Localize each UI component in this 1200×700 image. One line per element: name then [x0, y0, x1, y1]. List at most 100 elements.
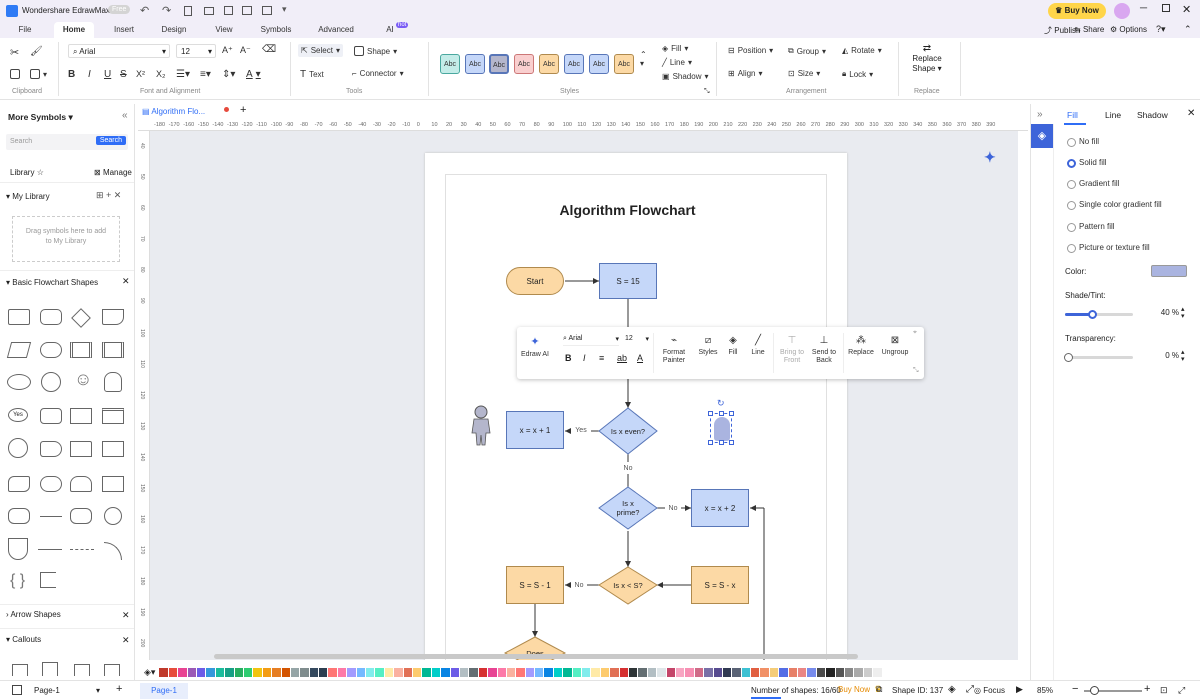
palette-color-swatch[interactable] [506, 667, 516, 677]
close-icon[interactable]: ✕ [1187, 108, 1195, 119]
arrow-connector-shape[interactable] [38, 549, 62, 550]
palette-color-swatch[interactable] [497, 667, 506, 677]
position-button[interactable]: ⊟ Position ▾ [728, 46, 773, 55]
handle[interactable] [708, 440, 713, 445]
zoom-slider[interactable] [1084, 686, 1142, 695]
palette-color-swatch[interactable] [384, 667, 394, 677]
fill-bucket-icon[interactable]: ◈▾ [144, 667, 155, 678]
line-button[interactable]: ╱ Line ▾ [662, 58, 692, 67]
palette-color-swatch[interactable] [290, 667, 300, 677]
palette-color-swatch[interactable] [816, 667, 826, 677]
add-tab-icon[interactable]: + [240, 104, 246, 116]
format-brush-icon[interactable]: 🖌 [30, 46, 43, 57]
palette-color-swatch[interactable] [704, 667, 713, 677]
transparency-input[interactable]: 0 % [1149, 351, 1179, 363]
tab-home[interactable]: Home [54, 22, 94, 38]
s15-process[interactable]: S = 15 [599, 263, 657, 299]
palette-color-swatch[interactable] [309, 667, 319, 677]
edraw-ai-floating-icon[interactable]: ✦ [984, 149, 996, 166]
tab-insert[interactable]: Insert [106, 22, 142, 38]
play-icon[interactable]: ▶ [1016, 684, 1023, 695]
export-icon[interactable] [262, 6, 272, 15]
tab-shadow[interactable]: Shadow [1137, 110, 1168, 120]
rounded-rect-shape[interactable] [70, 508, 92, 524]
callout-shape-2[interactable] [42, 662, 58, 676]
tab-line[interactable]: Line [1105, 110, 1121, 120]
tab-fill[interactable]: Fill [1067, 110, 1078, 120]
palette-color-swatch[interactable] [563, 667, 572, 677]
dashed-arrow-shape[interactable] [70, 549, 94, 550]
hexagon-shape[interactable] [8, 508, 30, 524]
callout-shape-4[interactable] [104, 664, 120, 676]
floatbar-font-select[interactable]: ⌕ Arial ▾ [563, 335, 619, 346]
palette-color-swatch[interactable] [619, 667, 628, 677]
underline-button[interactable]: U [104, 69, 111, 80]
close-icon[interactable]: ✕ [122, 610, 130, 621]
palette-color-swatch[interactable] [553, 667, 563, 677]
data-shape[interactable] [6, 342, 32, 358]
save-icon[interactable] [224, 6, 233, 15]
palette-color-swatch[interactable] [253, 667, 262, 677]
floatbar-italic-button[interactable]: I [583, 353, 586, 363]
cut-icon[interactable]: ✂ [10, 46, 19, 59]
buy-now-button[interactable]: ♛ Buy Now [1048, 3, 1106, 19]
ungroup-button[interactable]: ⊠ Ungroup [877, 335, 913, 356]
styles-more-icon[interactable]: ⌃ ▾ [640, 50, 647, 68]
offpage-shape[interactable] [8, 538, 28, 560]
send-to-back-button[interactable]: ⊥ Send to Back [809, 335, 839, 365]
status-buy-now[interactable]: Buy Now [838, 685, 870, 694]
style-swatch-8[interactable]: Abc [614, 54, 634, 74]
no-fill-radio[interactable]: No fill [1066, 137, 1099, 147]
print-icon[interactable] [242, 6, 252, 15]
tab-view[interactable]: View [206, 22, 242, 38]
palette-color-swatch[interactable] [413, 667, 422, 677]
palette-color-swatch[interactable] [694, 667, 704, 677]
manual-operation-shape[interactable] [102, 441, 124, 457]
format-painter-button[interactable]: ⌁ Format Painter [657, 335, 691, 365]
close-icon[interactable]: ✕ [122, 635, 130, 646]
palette-color-swatch[interactable] [366, 667, 375, 677]
bring-to-front-button[interactable]: ⊤ Bring to Front [775, 335, 809, 365]
style-swatch-3[interactable]: Abc [489, 54, 509, 74]
callout-shape-1[interactable] [12, 664, 28, 676]
palette-color-swatch[interactable] [234, 667, 243, 677]
zoom-slider-thumb[interactable] [1090, 686, 1099, 695]
palette-color-swatch[interactable] [591, 667, 600, 677]
yes-label-shape[interactable]: Yes [8, 408, 28, 422]
style-swatch-7[interactable]: Abc [589, 54, 609, 74]
styles-dialog-icon[interactable]: ⤡ [704, 88, 710, 96]
fill-color-picker[interactable] [1151, 265, 1187, 277]
connector-circle-shape[interactable] [8, 438, 28, 458]
rounded-process-shape[interactable] [40, 309, 62, 325]
help-icon[interactable]: ?▾ [1156, 24, 1166, 35]
edraw-ai-button[interactable]: ✦ Edraw AI [519, 335, 551, 358]
font-family-select[interactable]: ⌕ Arial ▾ [68, 44, 170, 58]
fill-button[interactable]: ◈ Fill ▾ [662, 44, 688, 53]
style-swatch-5[interactable]: Abc [539, 54, 559, 74]
predefined-process-shape[interactable] [70, 342, 92, 358]
shade-stepper-icon[interactable]: ▴ ▾ [1181, 306, 1185, 320]
internal-storage-shape[interactable] [102, 408, 124, 424]
palette-color-swatch[interactable] [441, 667, 450, 677]
loop-limit-shape[interactable] [40, 476, 62, 492]
stored-data-shape[interactable] [102, 342, 124, 358]
shade-input[interactable]: 40 % [1149, 308, 1179, 320]
fullscreen-icon[interactable]: ⤢ [966, 684, 974, 695]
font-color-button[interactable]: A ▾ [246, 69, 261, 80]
palette-color-swatch[interactable] [873, 667, 882, 677]
palette-color-swatch[interactable] [844, 667, 854, 677]
text-tool-button[interactable]: T Text [300, 69, 324, 80]
tab-advanced[interactable]: Advanced [314, 22, 358, 38]
handle[interactable] [729, 411, 734, 416]
x-plus-1-process[interactable]: x = x + 1 [506, 411, 564, 449]
spacing-icon[interactable]: ⇕▾ [222, 69, 235, 80]
avatar[interactable] [1114, 3, 1130, 19]
s-minus-x-process[interactable]: S = S - x [691, 566, 749, 604]
select-tool-button[interactable]: ⇱ Select ▾ [298, 44, 343, 57]
new-file-icon[interactable] [184, 6, 192, 16]
copy-icon[interactable] [10, 69, 20, 79]
layers-panel-icon[interactable]: ◈ [948, 684, 956, 695]
handle[interactable] [729, 440, 734, 445]
close-icon[interactable]: ✕ [122, 276, 130, 287]
shade-slider-thumb[interactable] [1088, 310, 1098, 319]
